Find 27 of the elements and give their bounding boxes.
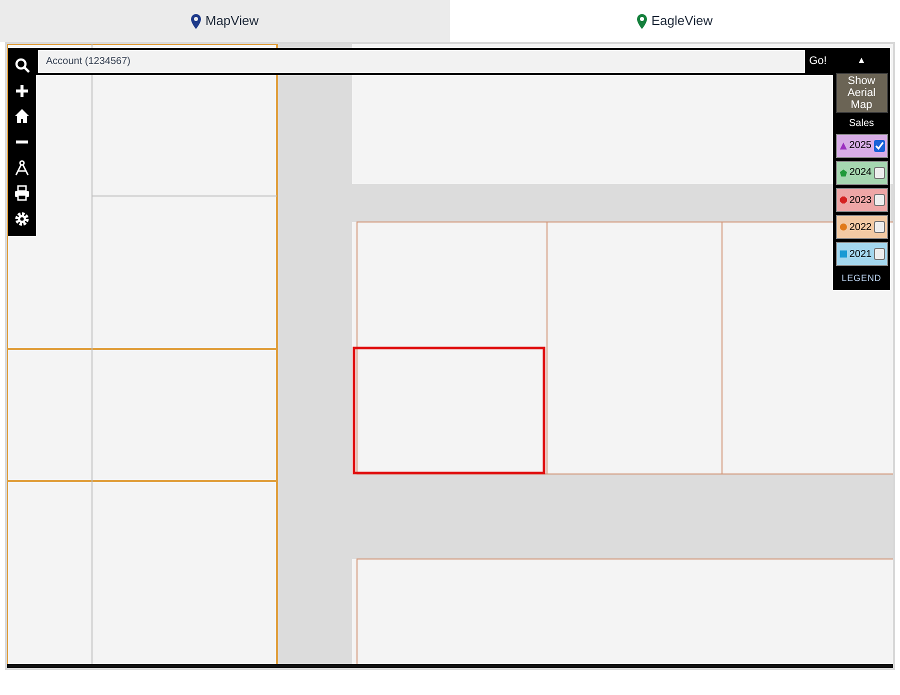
- sales-year-filter[interactable]: 2021: [836, 242, 888, 266]
- year-label: 2024: [849, 166, 872, 180]
- gear-icon[interactable]: [14, 211, 30, 228]
- search-icon[interactable]: [14, 56, 30, 73]
- sales-year-filter[interactable]: 2023: [836, 188, 888, 212]
- year-label: 2025: [849, 139, 872, 154]
- collapse-button[interactable]: ▲: [857, 52, 866, 70]
- zoom-in-icon[interactable]: [14, 82, 30, 99]
- aerial-map-button[interactable]: Show Aerial Map: [836, 73, 888, 113]
- year-label: 2023: [849, 194, 872, 208]
- sales-year-filter[interactable]: 2022: [836, 215, 888, 240]
- checkbox[interactable]: [874, 166, 884, 179]
- compass-icon[interactable]: [14, 160, 30, 176]
- sales-year-filter[interactable]: 2025: [836, 134, 888, 158]
- map-tab[interactable]: MapView: [0, 0, 450, 42]
- year-label: 2022: [849, 220, 872, 235]
- home-icon[interactable]: [14, 108, 30, 124]
- checkbox[interactable]: [874, 140, 884, 152]
- checkbox[interactable]: [874, 221, 884, 234]
- search-field[interactable]: Account (1234567): [38, 50, 805, 73]
- year-label: 2021: [849, 248, 872, 262]
- checkbox[interactable]: [874, 194, 884, 206]
- sales-year-filter[interactable]: 2024: [836, 160, 888, 186]
- print-icon[interactable]: [14, 185, 30, 202]
- checkbox[interactable]: [874, 248, 884, 260]
- legend-button[interactable]: LEGEND: [842, 272, 882, 286]
- sales-heading: Sales: [848, 116, 874, 131]
